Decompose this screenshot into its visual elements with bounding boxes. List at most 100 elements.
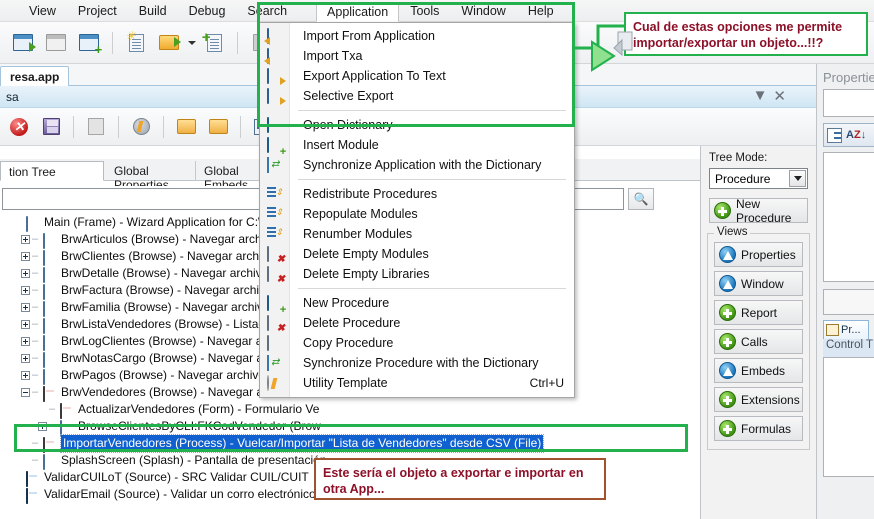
tree-expand-icon[interactable] xyxy=(21,269,30,278)
control-template-header: Control T xyxy=(823,339,874,357)
menu-item-synchronize-procedure-with-the-dictionary[interactable]: ⇄ Synchronize Procedure with the Dictiona… xyxy=(260,353,574,373)
tree-row[interactable]: ValidarCBU (Source) - Validar un CBU xyxy=(0,503,700,504)
properties-tab-icon xyxy=(826,324,839,336)
chevron-down-icon[interactable]: ▼ xyxy=(753,87,768,105)
view-button-label: Calls xyxy=(741,334,768,349)
alphabetical-sort-icon[interactable]: AZ↓ xyxy=(846,129,866,141)
menu-item-window[interactable]: Window xyxy=(450,1,516,21)
view-button-properties[interactable]: Properties xyxy=(714,242,803,267)
new-procedure-button[interactable]: New Procedure xyxy=(709,197,808,225)
view-button-report[interactable]: Report xyxy=(714,300,803,325)
menu-item-label: Delete Procedure xyxy=(303,316,401,330)
tree-row-selected[interactable]: – ImportarVendedores (Process) - Vuelcar/… xyxy=(0,434,700,453)
doc-toolbar-sep-3 xyxy=(163,115,164,138)
tree-expand-icon[interactable] xyxy=(21,371,30,380)
view-button-label: Embeds xyxy=(741,363,786,378)
tree-expand-icon[interactable] xyxy=(21,337,30,346)
menu-item-utility-template[interactable]: Utility Template Ctrl+U xyxy=(260,373,574,393)
insert-module-icon: + xyxy=(267,137,286,158)
menu-item-delete-empty-modules[interactable]: ✖ Delete Empty Modules xyxy=(260,244,574,265)
import-folder-icon[interactable] xyxy=(171,112,201,142)
close-application-icon[interactable] xyxy=(41,28,71,58)
menu-item-label: New Procedure xyxy=(303,296,390,310)
menu-item-label: Utility Template xyxy=(303,376,388,390)
control-template-list[interactable] xyxy=(823,357,874,477)
menu-item-new-procedure[interactable]: + New Procedure xyxy=(260,293,574,316)
views-legend: Views xyxy=(714,226,751,238)
tree-expand-icon[interactable] xyxy=(21,286,30,295)
new-file-icon[interactable]: ✳ xyxy=(121,28,151,58)
menu-item-open-dictionary[interactable]: Open Dictionary xyxy=(260,115,574,135)
view-button-formulas[interactable]: Formulas xyxy=(714,416,803,441)
view-button-extensions[interactable]: Extensions xyxy=(714,387,803,412)
plus-circle-icon xyxy=(719,391,736,408)
new-application-icon[interactable]: + xyxy=(74,28,104,58)
search-button[interactable]: 🔍 xyxy=(628,188,654,210)
view-button-calls[interactable]: Calls xyxy=(714,329,803,354)
tree-expand-icon[interactable] xyxy=(21,235,30,244)
tab-global-properties[interactable]: Global Properties xyxy=(106,161,196,192)
menu-item-import-from-application[interactable]: Import From Application xyxy=(260,26,574,46)
add-file-icon[interactable]: + xyxy=(199,28,229,58)
menu-item-insert-module[interactable]: + Insert Module xyxy=(260,135,574,158)
menu-item-help[interactable]: Help xyxy=(517,1,565,21)
menu-item-tools[interactable]: Tools xyxy=(399,1,450,21)
properties-value-box[interactable] xyxy=(823,89,874,117)
properties-list[interactable] xyxy=(823,152,874,282)
chevron-down-icon[interactable] xyxy=(789,170,806,187)
source-icon xyxy=(26,471,40,487)
menu-item-selective-export[interactable]: Selective Export xyxy=(260,86,574,106)
menu-item-export-application-to-text[interactable]: Export Application To Text xyxy=(260,66,574,86)
menu-item-renumber-modules[interactable]: ⇕ Renumber Modules xyxy=(260,224,574,244)
menu-item-copy-procedure[interactable]: Copy Procedure xyxy=(260,333,574,353)
menu-item-view[interactable]: View xyxy=(18,1,67,21)
view-button-label: Formulas xyxy=(741,421,792,436)
tree-mode-select[interactable]: Procedure xyxy=(709,168,808,189)
view-button-window[interactable]: Window xyxy=(714,271,803,296)
repopulate-modules-icon: ⇕ xyxy=(267,207,283,222)
tree-collapse-icon[interactable] xyxy=(21,388,30,397)
app-tab-empresa[interactable]: resa.app xyxy=(0,66,70,86)
menu-item-delete-empty-libraries[interactable]: ✖ Delete Empty Libraries xyxy=(260,264,574,285)
menu-item-search[interactable]: Search xyxy=(236,1,298,21)
menu-item-debug[interactable]: Debug xyxy=(178,1,237,21)
generate-icon[interactable] xyxy=(126,112,156,142)
tab-properties[interactable]: Pr... xyxy=(823,320,869,339)
copy-procedure-icon xyxy=(267,335,283,351)
menu-item-project[interactable]: Project xyxy=(67,1,128,21)
categorized-view-icon[interactable] xyxy=(827,127,842,143)
menu-item-build[interactable]: Build xyxy=(128,1,178,21)
menu-item-import-txa[interactable]: Import Txa xyxy=(260,46,574,66)
tree-expand-icon[interactable] xyxy=(38,422,47,431)
new-procedure-icon: + xyxy=(267,295,286,316)
close-icon[interactable]: ✕ xyxy=(773,87,786,105)
save-icon[interactable] xyxy=(36,112,66,142)
menu-item-application[interactable]: Application xyxy=(316,1,400,22)
tree-expand-icon[interactable] xyxy=(21,303,30,312)
view-button-embeds[interactable]: Embeds xyxy=(714,358,803,383)
callout-top: Cual de estas opciones me permite import… xyxy=(624,12,868,56)
properties-subbox[interactable] xyxy=(823,289,874,315)
menu-item-synchronize-application-with-the-dictionary[interactable]: ⇄ Synchronize Application with the Dictio… xyxy=(260,155,574,175)
open-application-icon[interactable] xyxy=(8,28,38,58)
tab-application-tree[interactable]: tion Tree xyxy=(0,161,104,181)
open-file-dropdown-arrow-icon[interactable] xyxy=(187,40,196,45)
cancel-icon[interactable]: ✕ xyxy=(4,112,34,142)
tree-row[interactable]: – ActualizarVendedores (Form) - Formulari… xyxy=(0,401,700,419)
callout-bottom-text: Este sería el objeto a exportar e import… xyxy=(323,466,584,496)
menu-item-redistribute-procedures[interactable]: ⇕ Redistribute Procedures xyxy=(260,184,574,204)
menu-item-repopulate-modules[interactable]: ⇕ Repopulate Modules xyxy=(260,204,574,224)
tree-expand-icon[interactable] xyxy=(21,252,30,261)
menu-item-delete-procedure[interactable]: ✖ Delete Procedure xyxy=(260,313,574,334)
tree-expand-icon[interactable] xyxy=(21,354,30,363)
tree-mode-value: Procedure xyxy=(715,171,771,186)
tree-row[interactable]: – BrowseClientesByCLI:FKCodVendedor (Brow xyxy=(0,418,700,436)
tree-expand-icon[interactable] xyxy=(21,320,30,329)
open-file-icon[interactable] xyxy=(154,28,184,58)
view-button-label: Properties xyxy=(741,247,796,262)
delete-empty-libraries-icon: ✖ xyxy=(267,266,285,285)
window-icon xyxy=(43,437,57,453)
application-dropdown-menu[interactable]: Import From Application Import Txa Export … xyxy=(259,22,575,398)
plus-circle-icon xyxy=(719,420,736,437)
export-folder-icon[interactable] xyxy=(203,112,233,142)
